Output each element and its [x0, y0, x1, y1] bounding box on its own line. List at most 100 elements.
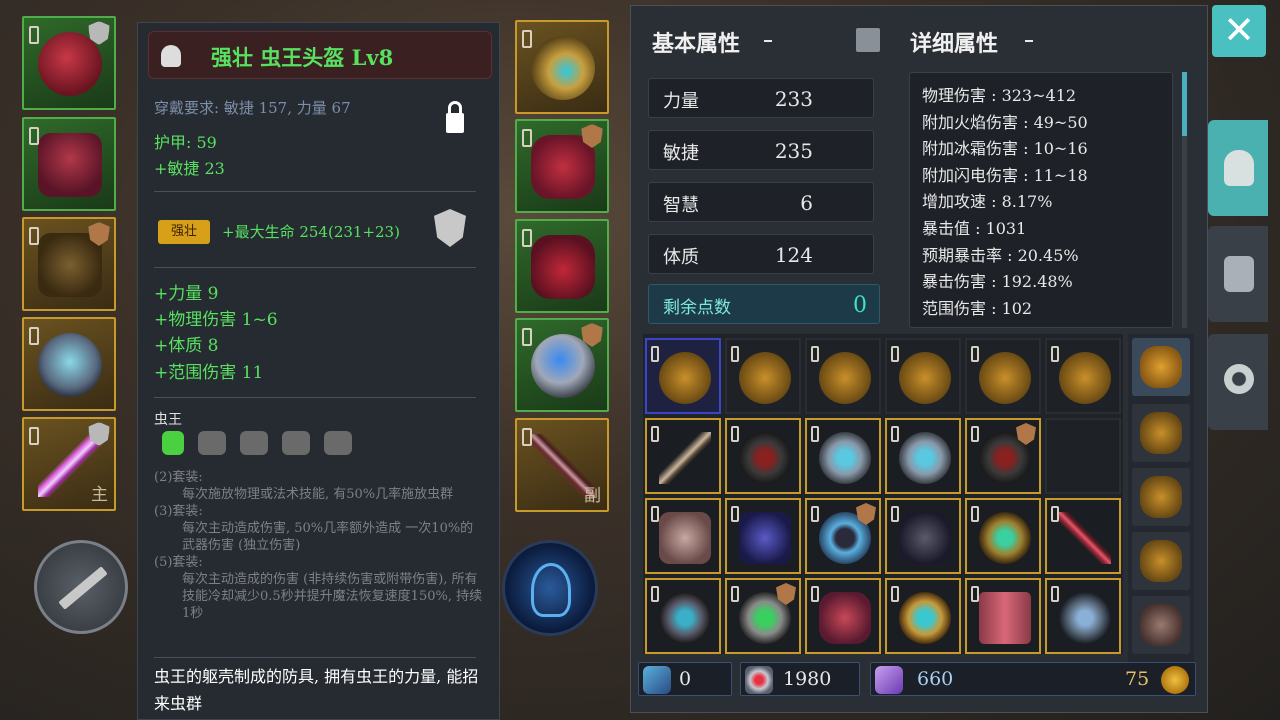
padlock-icon[interactable] [446, 101, 464, 133]
ring-icon [531, 334, 595, 398]
divider [154, 267, 476, 268]
close-button[interactable]: ✕ [1212, 5, 1266, 57]
set-name: 虫王 [154, 412, 182, 428]
inventory-slot[interactable] [645, 498, 721, 574]
equip-slot-gloves[interactable] [515, 119, 609, 213]
boots-icon [979, 592, 1031, 644]
club-icon [659, 432, 711, 484]
inventory-slot[interactable] [805, 338, 881, 414]
inventory-slot[interactable] [725, 498, 801, 574]
inventory-slot[interactable] [725, 418, 801, 494]
base-bonus: +敏捷 23 [154, 159, 225, 178]
detailed-stats-list[interactable]: 物理伤害 : 323~412 附加火焰伤害 : 49~50 附加冰霜伤害 : 1… [909, 72, 1173, 328]
stat-name: 体质 [663, 247, 699, 268]
dropdown-icon[interactable] [1025, 40, 1033, 42]
ring-icon [899, 432, 951, 484]
inventory-slot[interactable] [965, 418, 1041, 494]
tab-equipment[interactable] [1208, 120, 1268, 216]
lock-icon [811, 506, 819, 522]
amulet-icon [531, 36, 595, 100]
set-bonus-label: (3)套装: [154, 504, 203, 519]
remaining-value: 0 [853, 293, 867, 318]
inventory-slot[interactable] [965, 498, 1041, 574]
boots-icon [531, 235, 595, 299]
crystals-count: 660 [917, 668, 954, 690]
tab-lifebuoy[interactable] [1208, 334, 1268, 430]
stat-constitution: 体质 124 [648, 234, 874, 274]
stat-value: 124 [774, 243, 813, 267]
inventory-slot[interactable] [885, 578, 961, 654]
lock-icon [971, 586, 979, 602]
help-icon[interactable] [856, 28, 880, 52]
equip-slot-boots[interactable] [515, 219, 609, 313]
equip-slot-helmet[interactable] [22, 16, 116, 110]
bag-tab-5[interactable] [1132, 596, 1190, 654]
chest-armor-icon [38, 133, 102, 197]
inventory-slot[interactable] [645, 578, 721, 654]
inventory-slot-empty[interactable] [1045, 418, 1121, 494]
inventory-slot[interactable] [885, 418, 961, 494]
inventory-slot[interactable] [965, 578, 1041, 654]
stat-value: 235 [774, 139, 813, 163]
inventory-slot[interactable] [805, 498, 881, 574]
inventory-slot[interactable] [885, 498, 961, 574]
inventory-slot[interactable] [805, 418, 881, 494]
basic-attributes-title: 基本属性 [652, 31, 741, 57]
inventory-slot[interactable] [885, 338, 961, 414]
set-armor-icon [198, 431, 226, 455]
inventory-slot[interactable] [1045, 338, 1121, 414]
inventory-slot[interactable] [725, 338, 801, 414]
bag-tab-2[interactable] [1132, 404, 1190, 462]
lock-icon [1051, 586, 1059, 602]
lock-icon [811, 586, 819, 602]
lock-icon [731, 426, 739, 442]
inventory-slot[interactable] [725, 578, 801, 654]
gem-icon [745, 666, 773, 694]
inventory-slot[interactable] [1045, 498, 1121, 574]
detail-stat: 增加攻速 : 8.17% [922, 192, 1053, 212]
set-bonus-label: (2)套装: [154, 470, 203, 485]
inventory-slot[interactable] [965, 338, 1041, 414]
ring-icon [38, 333, 102, 397]
bag-tab-4[interactable] [1132, 532, 1190, 590]
backpack-icon [899, 352, 951, 404]
attack-button[interactable] [34, 540, 128, 634]
inventory-slot[interactable] [805, 578, 881, 654]
bag-tab-1[interactable] [1132, 338, 1190, 396]
equip-slot-ring-2[interactable] [515, 318, 609, 412]
bag-tab-3[interactable] [1132, 468, 1190, 526]
equip-slot-amulet[interactable] [515, 20, 609, 114]
stat-value: 6 [800, 191, 813, 215]
lifebuoy-icon [1224, 364, 1254, 394]
inventory-slot[interactable] [645, 418, 721, 494]
dropdown-icon[interactable] [764, 40, 772, 42]
tab-gloves[interactable] [1208, 226, 1268, 322]
affix-1: +力量 9 [154, 284, 219, 304]
detail-stat: 暴击值 : 1031 [922, 218, 1027, 238]
scrollbar-thumb[interactable] [1182, 72, 1187, 136]
equip-slot-armor[interactable] [22, 117, 116, 211]
lock-icon [1051, 506, 1059, 522]
lock-icon [971, 346, 979, 362]
detailed-attributes-title: 详细属性 [910, 31, 999, 57]
inventory-slot[interactable] [1045, 578, 1121, 654]
main-hand-tag: 主 [91, 485, 108, 505]
divider [154, 657, 476, 658]
inventory-slot[interactable] [645, 338, 721, 414]
item-title-bar: 强壮 虫王头盔 Lv8 [148, 31, 492, 79]
set-bonus-list: (2)套装: 每次施放物理或法术技能, 有50%几率施放虫群 (3)套装: 每次… [154, 469, 484, 622]
divider [154, 397, 476, 398]
equip-slot-belt[interactable] [22, 217, 116, 311]
equip-slot-off-hand[interactable]: 副 [515, 418, 609, 512]
lock-icon [522, 428, 532, 446]
lock-icon [971, 426, 979, 442]
detail-stat: 范围伤害 : 102 [922, 298, 1033, 318]
lock-icon [891, 426, 899, 442]
axe-icon [1059, 592, 1111, 644]
skill-button[interactable] [502, 540, 598, 636]
treasure-chest-icon [1140, 346, 1182, 388]
scroll-icon [643, 666, 671, 694]
gems-count: 1980 [783, 668, 832, 690]
equip-slot-ring[interactable] [22, 317, 116, 411]
equip-slot-main-hand[interactable]: 主 [22, 417, 116, 511]
